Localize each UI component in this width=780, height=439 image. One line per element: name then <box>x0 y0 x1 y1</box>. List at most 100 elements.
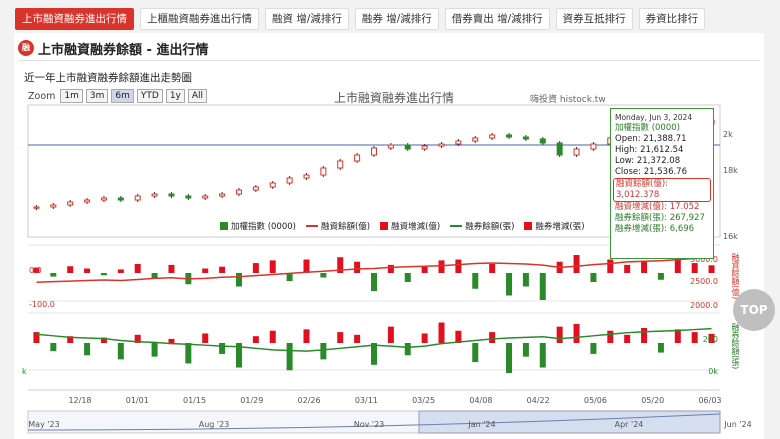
tab-otc-margin[interactable]: 上櫃融資融券進出行情 <box>140 8 259 30</box>
candle <box>117 197 124 201</box>
short-change-bar <box>472 343 479 363</box>
tooltip-row-open: Open: 21,388.71 <box>615 134 687 144</box>
margin-balance-axis-label: 融資餘額(億) <box>731 253 740 300</box>
margin-change-bar <box>472 273 479 289</box>
candle <box>320 167 327 176</box>
margin-change-bar <box>168 264 175 273</box>
tab-ratio-rank[interactable]: 券資比排行 <box>638 8 706 30</box>
date-tick-label: 01/01 <box>126 396 149 405</box>
margin-change-bar <box>522 273 529 287</box>
legend-label: 融券餘額(張) <box>465 222 515 232</box>
margin-balance-tick-label: 2000.0 <box>690 301 718 310</box>
date-tick-label: 02/26 <box>298 396 321 405</box>
date-tick-label: 01/29 <box>240 396 263 405</box>
margin-change-bar <box>590 273 597 282</box>
legend-item-short-balance[interactable]: 融券餘額(張) <box>450 220 514 232</box>
candle <box>573 148 580 156</box>
legend-square-icon <box>380 222 389 230</box>
margin-change-bar <box>674 259 681 273</box>
short-change-bar <box>421 333 428 343</box>
short-change-bar <box>657 343 664 353</box>
tooltip-row-margin-change: 融資增減(億): 17.052 <box>615 202 700 212</box>
candle <box>252 186 259 191</box>
date-tick-label: 05/06 <box>584 396 607 405</box>
candle <box>522 136 529 140</box>
margin-change-bar <box>641 261 648 273</box>
back-to-top-button[interactable]: TOP <box>733 289 775 331</box>
margin-change-bar <box>607 259 614 273</box>
candle <box>489 134 496 139</box>
short-change-bar <box>371 343 377 365</box>
short-change-bar <box>691 332 698 343</box>
candle <box>134 195 141 201</box>
short-change-bar <box>168 338 175 343</box>
short-change-bar <box>674 329 681 343</box>
legend-label: 融資餘額(億) <box>320 222 371 232</box>
legend-item-margin-change[interactable]: 融資增減(億) <box>380 220 440 232</box>
candle <box>67 201 74 206</box>
candle <box>50 204 57 208</box>
date-tick-label: 03/25 <box>412 396 435 405</box>
short-change-bar <box>185 343 192 364</box>
margin-change-bar <box>421 266 428 273</box>
margin-change-bar <box>624 264 631 273</box>
legend-square-icon <box>524 222 533 230</box>
tooltip-row-short-change: 融券增減(張): 6,696 <box>615 224 695 234</box>
legend-item-short-change[interactable]: 融券增減(張) <box>524 220 585 232</box>
margin-change-bar <box>404 273 411 282</box>
margin-change-bar <box>691 263 698 273</box>
margin-change-bar <box>455 259 462 273</box>
navigator-tick-label: Jan '24 <box>467 420 495 429</box>
date-tick-label: 03/11 <box>355 396 378 405</box>
candle <box>185 195 192 199</box>
date-tick-label: 04/22 <box>527 396 550 405</box>
short-change-bar <box>539 343 546 368</box>
margin-change-bar <box>100 273 107 276</box>
tab-lending-rank[interactable]: 借券賣出 增/減排行 <box>444 8 550 30</box>
short-change-bar <box>320 343 327 360</box>
candle <box>590 143 597 150</box>
candle <box>235 189 242 195</box>
legend-item-margin-balance[interactable]: 融資餘額(億) <box>305 220 371 232</box>
margin-change-bar <box>219 266 226 273</box>
margin-change-bar <box>67 266 74 273</box>
margin-change-bar <box>235 273 242 287</box>
tab-twse-margin[interactable]: 上市融資融券進出行情 <box>15 8 134 30</box>
candle <box>33 206 40 209</box>
short-balance-axis-label: 融券餘額(張) <box>731 323 740 370</box>
margin-change-bar <box>134 264 141 273</box>
legend-item-index[interactable]: 加權指數 (0000) <box>220 220 296 232</box>
tab-bar: 上市融資融券進出行情 上櫃融資融券進出行情 融資 增/減排行 融券 增/減排行 … <box>15 8 706 30</box>
tooltip-date: Monday, Jun 3, 2024 <box>615 113 693 122</box>
candle <box>421 145 428 150</box>
short-change-bar <box>573 323 580 343</box>
short-change-bar <box>522 343 529 357</box>
candle <box>337 160 344 169</box>
candle <box>438 143 445 147</box>
date-tick-label: 05/20 <box>641 396 664 405</box>
candle <box>404 144 411 150</box>
chart-legend: 加權指數 (0000) 融資餘額(億) 融資增減(億) 融券餘額(張) 融券增減… <box>220 220 585 232</box>
margin-change-tick-label: -100.0 <box>29 300 55 309</box>
margin-change-bar <box>371 273 377 291</box>
tab-offset-rank[interactable]: 資券互抵排行 <box>555 8 633 30</box>
candle <box>387 144 394 149</box>
margin-change-bar <box>320 273 327 278</box>
candle <box>556 142 563 156</box>
short-balance-tick-label: 0k <box>708 367 718 376</box>
candle <box>151 193 158 197</box>
tooltip-row-close: Close: 21,536.76 <box>615 167 687 177</box>
candle <box>219 193 226 197</box>
short-change-bar <box>354 334 361 343</box>
chart-tooltip: Monday, Jun 3, 2024 加權指數 (0000) Open: 21… <box>610 108 714 259</box>
tab-short-rank[interactable]: 融券 增/減排行 <box>354 8 439 30</box>
margin-change-bar <box>117 269 124 273</box>
short-change-bar <box>387 326 394 343</box>
candle <box>202 195 209 199</box>
margin-change-bar <box>252 263 259 273</box>
legend-label: 加權指數 (0000) <box>231 222 296 232</box>
short-change-bar <box>117 343 124 360</box>
tab-margin-rank[interactable]: 融資 增/減排行 <box>265 8 349 30</box>
navigator-tick-label: Jun '24 <box>723 420 751 429</box>
tooltip-series-name: 加權指數 (0000) <box>615 123 680 133</box>
